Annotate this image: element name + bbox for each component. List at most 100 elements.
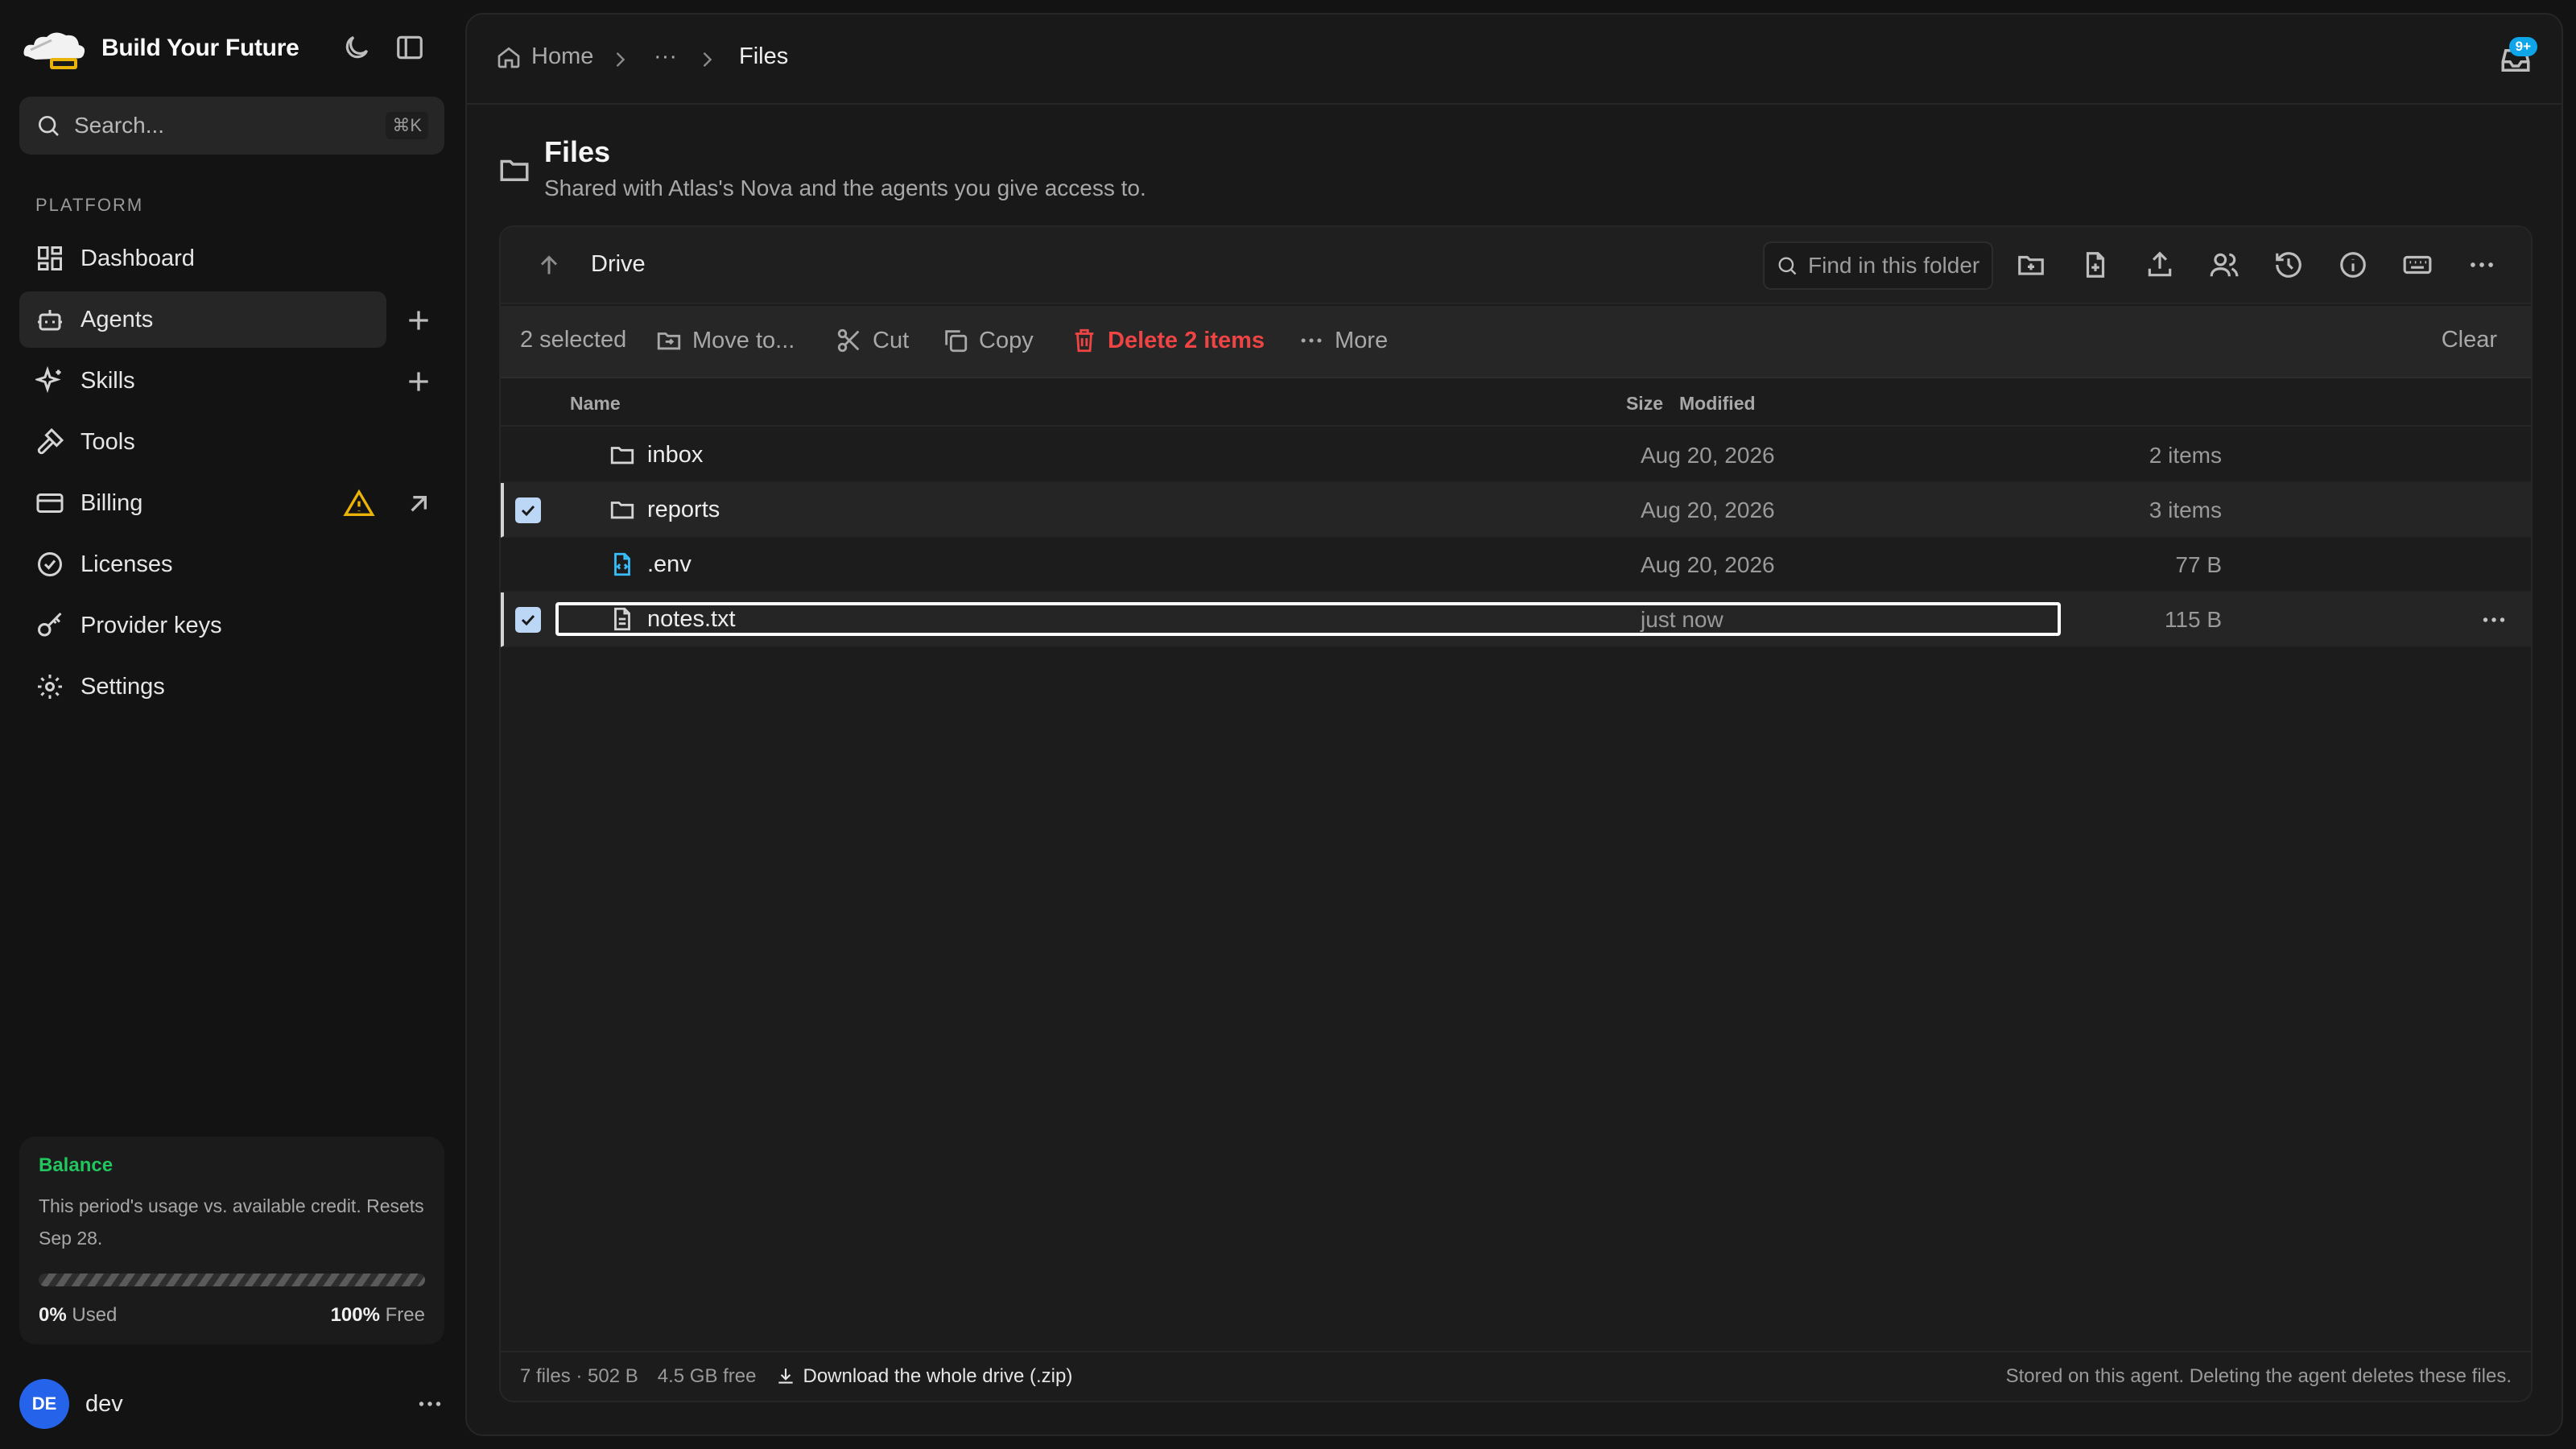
sidebar-item-tools[interactable]: Tools [19, 414, 386, 470]
add-agent-icon[interactable] [402, 304, 435, 336]
badge-check-icon [38, 552, 62, 576]
file-toolbar: Drive Find in this folder [501, 227, 2531, 304]
table-row[interactable]: reports 3 items Aug 20, 2026 [501, 483, 2531, 538]
drive-free: 4.5 GB free [657, 1365, 757, 1387]
avatar: DE [19, 1379, 69, 1429]
gear-icon [38, 675, 62, 699]
column-modified[interactable]: Modified [1679, 393, 1756, 415]
download-icon [778, 1368, 794, 1384]
moon-icon[interactable] [341, 32, 372, 63]
folder-icon [500, 159, 529, 181]
cut-button[interactable]: Cut [836, 327, 909, 354]
external-link-icon[interactable] [402, 488, 435, 520]
sidebar-item-label: Licenses [80, 551, 173, 577]
more-button[interactable]: More [1298, 327, 1388, 354]
sidebar-item-label: Skills [80, 367, 135, 394]
file-size: 2 items [2149, 443, 2222, 468]
find-input[interactable]: Find in this folder [1763, 242, 1993, 290]
folder-move-icon [657, 332, 681, 350]
add-skill-icon[interactable] [402, 365, 435, 398]
row-checkbox[interactable] [515, 497, 541, 523]
focus-outline [555, 602, 2061, 636]
usage-used: 0% Used [39, 1304, 118, 1326]
brand[interactable]: Build Your Future [19, 24, 299, 72]
usage-bar [39, 1274, 425, 1286]
usage-free: 100% Free [330, 1304, 425, 1326]
breadcrumb-current: Files [739, 43, 789, 69]
sidebar-item-provider-keys[interactable]: Provider keys [19, 597, 386, 654]
column-size[interactable]: Size [1612, 393, 1663, 415]
sidebar-item-skills[interactable]: Skills [19, 353, 386, 409]
move-button[interactable]: Move to... [655, 327, 795, 354]
row-more-icon[interactable] [2479, 605, 2508, 634]
main-content: Home ··· Files 9+ Files Shared with Atla… [465, 13, 2563, 1436]
new-folder-icon[interactable] [2016, 250, 2046, 280]
notifications-button[interactable]: 9+ [2499, 37, 2537, 77]
notification-badge: 9+ [2508, 37, 2537, 56]
search-input[interactable]: Search... ⌘K [19, 97, 444, 155]
sidebar-item-billing[interactable]: Billing [19, 475, 386, 531]
file-modified: Aug 20, 2026 [1641, 443, 1775, 468]
delete-button[interactable]: Delete 2 items [1071, 327, 1265, 354]
column-name[interactable]: Name [570, 393, 621, 415]
sidebar-toggle-icon[interactable] [394, 32, 425, 63]
sidebar-item-settings[interactable]: Settings [19, 658, 386, 715]
key-icon [38, 612, 62, 637]
topbar: Home ··· Files 9+ [467, 14, 2562, 105]
table-row[interactable]: inbox 2 items Aug 20, 2026 [501, 428, 2531, 483]
search-icon [1778, 257, 1797, 275]
file-name: notes.txt [647, 605, 736, 632]
folder-icon [610, 447, 634, 464]
file-size: 115 B [2164, 607, 2222, 632]
sidebar-item-licenses[interactable]: Licenses [19, 536, 386, 592]
sidebar-section-label: PLATFORM [35, 195, 144, 215]
copy-button[interactable]: Copy [942, 327, 1034, 354]
bot-icon [38, 310, 62, 331]
storage-note: Stored on this agent. Deleting the agent… [2005, 1365, 2512, 1387]
sidebar-item-label: Provider keys [80, 612, 222, 638]
more-horizontal-icon[interactable] [2467, 250, 2497, 280]
file-modified: Aug 20, 2026 [1641, 497, 1775, 522]
sidebar-item-label: Billing [80, 489, 143, 516]
file-size: 77 B [2175, 552, 2222, 577]
table-row[interactable]: .env 77 B Aug 20, 2026 [501, 538, 2531, 592]
file-size: 3 items [2149, 497, 2222, 522]
arrow-up-icon[interactable] [535, 251, 564, 280]
users-icon[interactable] [2209, 250, 2240, 280]
download-drive-link[interactable]: Download the whole drive (.zip) [775, 1365, 1072, 1388]
dashboard-icon [38, 246, 62, 270]
sparkles-icon [35, 366, 61, 394]
clear-button[interactable]: Clear [2442, 327, 2497, 353]
search-icon [39, 116, 59, 136]
check-icon [521, 614, 535, 626]
page-subtitle: Shared with Atlas's Nova and the agents … [544, 175, 1146, 200]
drive-title: Drive [591, 251, 646, 277]
keyboard-icon[interactable] [2402, 250, 2433, 280]
history-icon[interactable] [2273, 250, 2304, 280]
new-file-icon[interactable] [2080, 250, 2111, 280]
breadcrumb-home[interactable]: Home [496, 43, 593, 70]
user-name: dev [85, 1390, 123, 1417]
file-name: reports [647, 496, 720, 522]
table-row[interactable]: notes.txt 115 B just now [501, 592, 2531, 647]
sidebar-item-label: Tools [80, 428, 135, 455]
sidebar-item-dashboard[interactable]: Dashboard [19, 230, 386, 287]
home-icon [497, 47, 520, 68]
more-horizontal-icon[interactable] [415, 1389, 444, 1418]
sidebar-item-label: Settings [80, 673, 165, 700]
sidebar-item-agents[interactable]: Agents [19, 291, 386, 348]
balance-description: This period's usage vs. available credit… [39, 1195, 424, 1249]
user-menu[interactable]: DE dev [19, 1378, 444, 1430]
upload-icon[interactable] [2145, 250, 2175, 280]
row-checkbox[interactable] [515, 607, 541, 633]
sidebar: Build Your Future Search... ⌘K PLATFORM … [0, 0, 460, 1449]
info-icon[interactable] [2338, 250, 2368, 280]
breadcrumb-ellipsis[interactable]: ··· [654, 43, 677, 70]
logo-icon [23, 32, 85, 69]
search-placeholder: Search... [74, 113, 165, 138]
scissors-icon [837, 328, 860, 353]
file-name: .env [647, 551, 691, 577]
selection-count: 2 selected [520, 327, 627, 353]
card-icon [36, 493, 64, 513]
selection-bar: 2 selected Move to... Cut Copy Delete 2 … [501, 306, 2531, 378]
